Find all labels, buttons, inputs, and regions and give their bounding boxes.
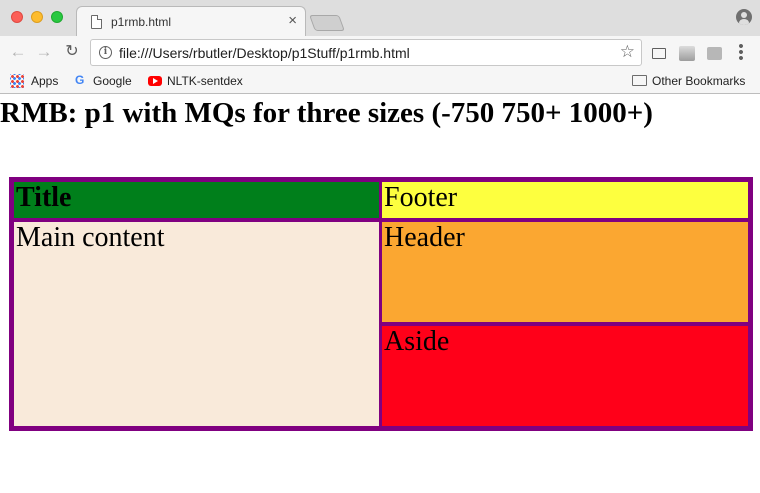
window-maximize-button[interactable] bbox=[51, 11, 63, 23]
window-minimize-button[interactable] bbox=[31, 11, 43, 23]
title-cell: Title bbox=[14, 182, 379, 218]
main-content-cell: Main content bbox=[14, 222, 379, 426]
grid-container: Title Footer Main content Header Aside bbox=[9, 177, 753, 431]
browser-tab[interactable]: p1rmb.html × bbox=[76, 6, 306, 36]
tab-strip: p1rmb.html × bbox=[0, 0, 760, 36]
page-heading: RMB: p1 with MQs for three sizes (-750 7… bbox=[0, 97, 653, 129]
other-bookmarks[interactable]: Other Bookmarks bbox=[632, 73, 745, 89]
bookmark-label: Google bbox=[93, 73, 132, 88]
menu-icon[interactable]: • • • bbox=[735, 39, 747, 66]
url-text[interactable]: file:///Users/rbutler/Desktop/p1Stuff/p1… bbox=[119, 45, 410, 61]
forward-button[interactable]: → bbox=[34, 42, 54, 62]
document-icon bbox=[91, 15, 102, 29]
extension-icon[interactable] bbox=[679, 46, 695, 61]
bookmark-star-icon[interactable]: ☆ bbox=[620, 42, 635, 62]
bookmark-google[interactable]: G Google bbox=[75, 73, 132, 89]
tab-title: p1rmb.html bbox=[111, 15, 172, 29]
footer-cell: Footer bbox=[382, 182, 748, 218]
bookmark-apps[interactable]: Apps bbox=[10, 73, 58, 89]
aside-cell: Aside bbox=[382, 326, 748, 426]
google-icon: G bbox=[75, 73, 85, 88]
other-bookmarks-label: Other Bookmarks bbox=[652, 73, 746, 88]
bookmark-label: Apps bbox=[31, 73, 59, 88]
bookmark-label: NLTK-sentdex bbox=[167, 73, 243, 88]
extension-icon[interactable] bbox=[707, 47, 722, 60]
window-close-button[interactable] bbox=[11, 11, 23, 23]
header-cell: Header bbox=[382, 222, 748, 322]
new-tab-button[interactable] bbox=[309, 15, 345, 31]
reload-button[interactable]: ↻ bbox=[62, 42, 82, 62]
apps-grid-icon bbox=[10, 73, 24, 88]
cast-icon[interactable] bbox=[652, 48, 666, 59]
back-button[interactable]: ← bbox=[8, 42, 28, 62]
folder-icon bbox=[632, 75, 647, 87]
address-bar[interactable]: i file:///Users/rbutler/Desktop/p1Stuff/… bbox=[90, 39, 642, 66]
youtube-icon bbox=[148, 75, 162, 86]
bookmark-nltk-sentdex[interactable]: NLTK-sentdex bbox=[148, 73, 243, 89]
info-icon[interactable]: i bbox=[99, 46, 112, 59]
bookmarks-bar: Apps G Google NLTK-sentdex Other Bookmark… bbox=[0, 69, 760, 94]
profile-icon[interactable] bbox=[736, 9, 752, 25]
browser-toolbar: ← → ↻ i file:///Users/rbutler/Desktop/p1… bbox=[0, 36, 760, 69]
tab-close-icon[interactable]: × bbox=[288, 12, 297, 30]
